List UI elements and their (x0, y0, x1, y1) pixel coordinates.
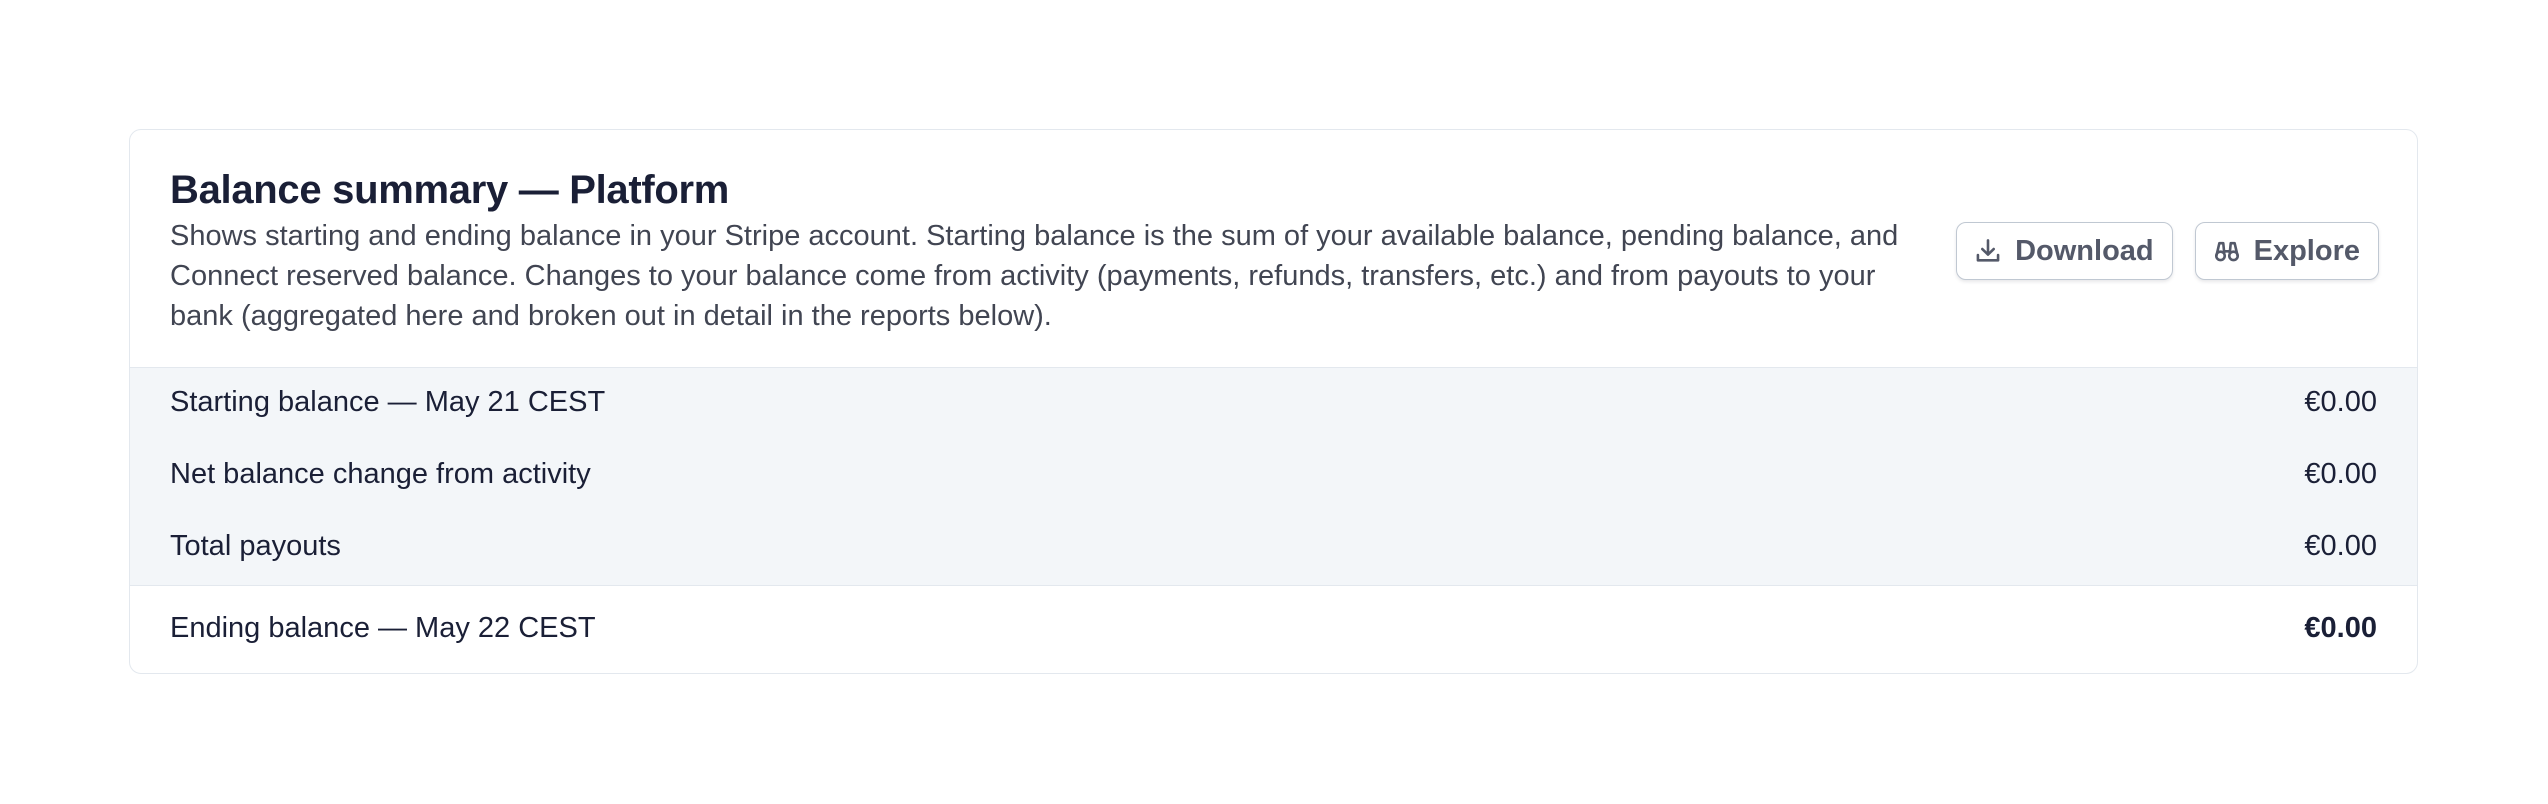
balance-row-starting: Starting balance — May 21 CEST €0.00 (170, 386, 2377, 419)
download-button[interactable]: Download (1956, 222, 2173, 280)
balance-row-amount: €0.00 (2304, 458, 2377, 490)
balance-row-amount: €0.00 (2304, 386, 2377, 418)
balance-summary-card: Balance summary — Platform Shows startin… (129, 129, 2418, 674)
download-icon (1975, 238, 2001, 264)
balance-row-net-change: Net balance change from activity €0.00 (170, 458, 2377, 491)
card-header: Balance summary — Platform Shows startin… (130, 130, 2417, 368)
balance-row-label: Total payouts (170, 530, 341, 562)
balance-row-amount: €0.00 (2304, 530, 2377, 562)
ending-balance-row: Ending balance — May 22 CEST €0.00 (170, 612, 2377, 645)
ending-balance-amount: €0.00 (2304, 612, 2377, 644)
page-title: Balance summary — Platform (170, 168, 730, 212)
balance-rows: Starting balance — May 21 CEST €0.00 Net… (130, 368, 2417, 586)
explore-button-label: Explore (2253, 234, 2360, 267)
summary-description: Shows starting and ending balance in you… (170, 220, 1899, 332)
balance-row-label: Net balance change from activity (170, 458, 591, 490)
binoculars-icon (2214, 238, 2240, 264)
header-actions: Download Explore (1956, 222, 2379, 280)
balance-row-label: Starting balance — May 21 CEST (170, 386, 606, 418)
download-button-label: Download (2015, 234, 2154, 267)
explore-button[interactable]: Explore (2194, 222, 2379, 280)
ending-balance-label: Ending balance — May 22 CEST (170, 612, 596, 644)
balance-row-payouts: Total payouts €0.00 (170, 530, 2377, 563)
